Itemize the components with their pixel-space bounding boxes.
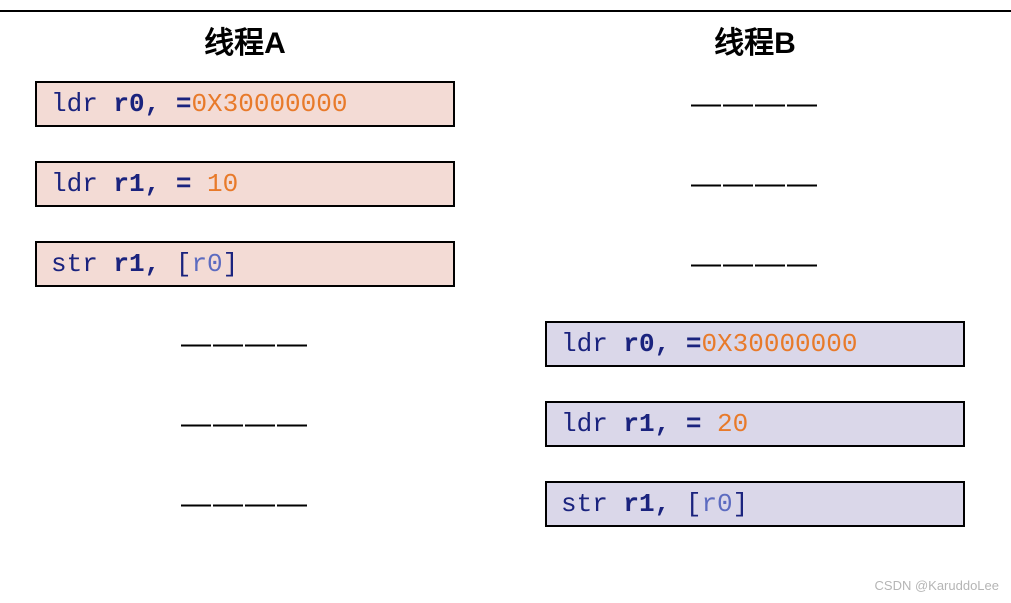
column-b-title: 线程B [714, 18, 796, 62]
code-a3: str r1, [r0] [35, 241, 455, 287]
column-b: 线程B ———— ———— ———— ldr r0, =0X30000000 l… [520, 18, 990, 560]
row-a3: str r1, [r0] [35, 240, 455, 288]
code-b2: ldr r1, = 20 [545, 401, 965, 447]
row-a5: ———— [181, 400, 309, 448]
row-a4: ———— [181, 320, 309, 368]
dash-placeholder: ———— [691, 247, 819, 281]
dash-placeholder: ———— [181, 327, 309, 361]
reg: r0 [701, 489, 732, 519]
args: r0, = [98, 89, 192, 119]
args: r0, = [608, 329, 702, 359]
row-b4: ldr r0, =0X30000000 [545, 320, 965, 368]
code-b1: ldr r0, =0X30000000 [545, 321, 965, 367]
reg: r0 [191, 249, 222, 279]
row-b3: ———— [691, 240, 819, 288]
br-open: [ [686, 489, 702, 519]
row-a2: ldr r1, = 10 [35, 160, 455, 208]
inst: ldr [561, 329, 608, 359]
br-close: ] [733, 489, 749, 519]
args: r1, = [98, 169, 207, 199]
row-a1: ldr r0, =0X30000000 [35, 80, 455, 128]
inst: str [51, 249, 98, 279]
row-b6: str r1, [r0] [545, 480, 965, 528]
args: r1, [608, 489, 686, 519]
row-b2: ———— [691, 160, 819, 208]
inst: ldr [51, 89, 98, 119]
num: 10 [207, 169, 238, 199]
diagram-columns: 线程A ldr r0, =0X30000000 ldr r1, = 10 str… [0, 0, 1011, 560]
br-close: ] [223, 249, 239, 279]
row-b1: ———— [691, 80, 819, 128]
inst: ldr [561, 409, 608, 439]
dash-placeholder: ———— [181, 407, 309, 441]
dash-placeholder: ———— [181, 487, 309, 521]
code-b3: str r1, [r0] [545, 481, 965, 527]
dash-placeholder: ———— [691, 167, 819, 201]
num: 20 [717, 409, 748, 439]
watermark: CSDN @KaruddoLee [875, 578, 999, 593]
args: r1, = [608, 409, 717, 439]
column-a: 线程A ldr r0, =0X30000000 ldr r1, = 10 str… [10, 18, 480, 560]
br-open: [ [176, 249, 192, 279]
inst: str [561, 489, 608, 519]
code-a1: ldr r0, =0X30000000 [35, 81, 455, 127]
code-a2: ldr r1, = 10 [35, 161, 455, 207]
row-b5: ldr r1, = 20 [545, 400, 965, 448]
args: r1, [98, 249, 176, 279]
row-a6: ———— [181, 480, 309, 528]
column-a-title: 线程A [204, 18, 286, 62]
dash-placeholder: ———— [691, 87, 819, 121]
num: 0X30000000 [191, 89, 347, 119]
num: 0X30000000 [701, 329, 857, 359]
inst: ldr [51, 169, 98, 199]
top-separator [0, 10, 1011, 12]
